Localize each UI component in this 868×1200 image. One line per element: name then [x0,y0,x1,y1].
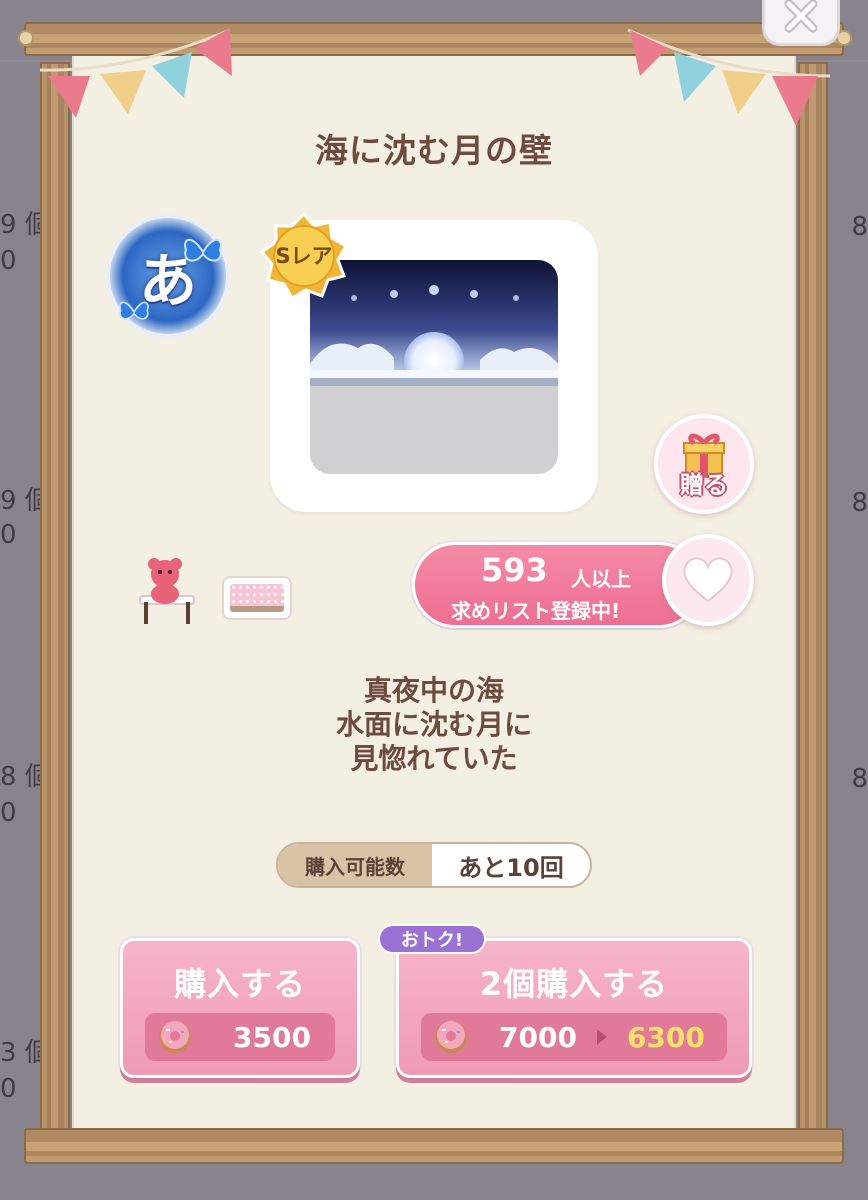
purchase-limit-label: 購入可能数 [278,844,432,886]
wishlist-count-suffix: 人以上 [571,567,631,591]
arrow-right-icon [596,1029,607,1045]
buy-two-price: 7000 6300 [421,1013,727,1061]
floor-item-icon[interactable] [222,576,292,620]
deal-badge: おトク! [378,924,486,954]
buy-one-price: 3500 [145,1013,335,1061]
frame-post-right [798,62,828,1142]
wishlist-counter: 593 人以上 求めリスト登録中! [412,542,702,628]
rarity-label: Sレア [275,244,333,268]
wishlist-status: 求めリスト登録中! [451,599,621,623]
description-line: 水面に沈む月に [335,708,532,741]
price-value: 3500 [233,1020,311,1054]
description-line: 真夜中の海 [363,674,504,707]
purchase-limit: 購入可能数 あと10回 [276,842,592,888]
gift-label: 贈る [680,471,728,499]
buy-one-button[interactable]: 購入する 3500 [120,938,360,1078]
wishlist-count: 593 [481,551,548,589]
category-badge: あ [106,214,230,338]
original-price: 7000 [499,1020,577,1054]
frame-post-left [40,62,70,1142]
buy-two-button[interactable]: 2個購入する 7000 6300 [396,938,752,1078]
rarity-badge: Sレア [258,210,350,302]
buy-two-label: 2個購入する [479,965,669,1003]
teddy-bear-chair-icon[interactable] [134,556,200,628]
floor-pattern [230,584,284,612]
close-icon [784,0,818,33]
donut-currency-icon [159,1021,191,1053]
item-title: 海に沈む月の壁 [315,131,553,170]
butterfly-icon [119,301,149,320]
item-description: 真夜中の海 水面に沈む月に 見惚れていた [0,674,868,776]
discount-price: 6300 [626,1020,705,1054]
donut-currency-icon [435,1021,467,1053]
teddy-bear-icon [139,558,195,624]
gift-button[interactable]: 贈る [654,414,754,514]
description-line: 見惚れていた [350,742,518,775]
close-button[interactable] [762,0,840,46]
butterfly-icon [184,238,222,262]
buy-one-label: 購入する [173,965,306,1003]
wishlist-heart-button[interactable] [662,534,754,626]
heart-icon [683,557,733,603]
purchase-limit-value: あと10回 [458,853,564,882]
